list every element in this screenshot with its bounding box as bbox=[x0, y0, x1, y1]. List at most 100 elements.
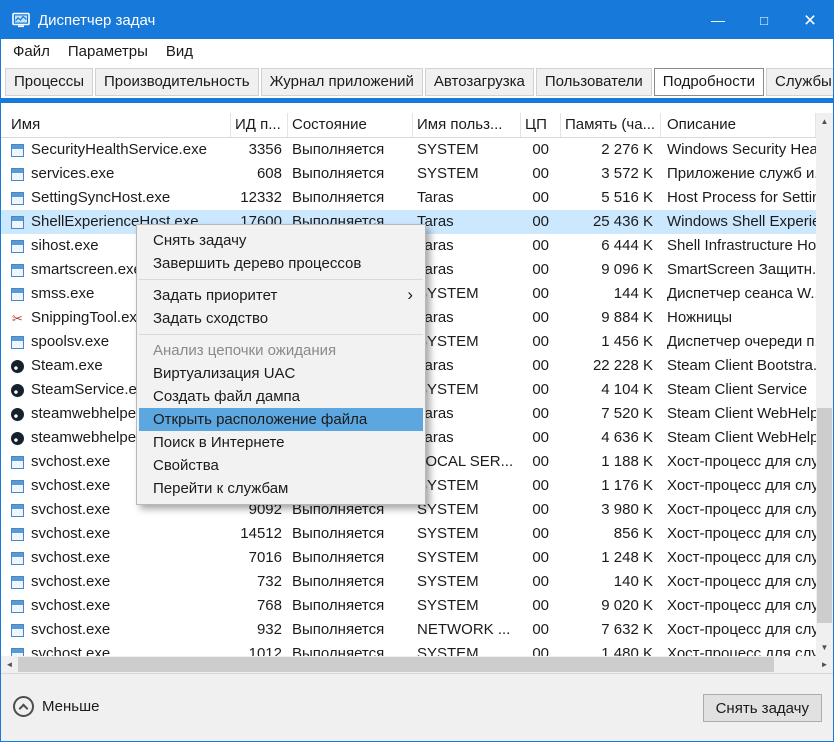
cell-status: Выполняется bbox=[292, 141, 385, 158]
menu-item-search-online[interactable]: Поиск в Интернете bbox=[139, 431, 423, 454]
table-row[interactable]: SettingSyncHost.exe 12332 Выполняется Taras… bbox=[1, 186, 816, 210]
close-button[interactable]: × bbox=[787, 1, 833, 39]
cell-description: Хост-процесс для слу... bbox=[667, 453, 816, 470]
cell-user: Taras bbox=[417, 429, 454, 446]
scroll-left-icon[interactable]: ◄ bbox=[1, 656, 18, 673]
cell-user: SYSTEM bbox=[417, 645, 479, 656]
menu-item-end-task[interactable]: Снять задачу bbox=[139, 229, 423, 252]
column-header-description[interactable]: Описание bbox=[661, 113, 816, 137]
tab-details[interactable]: Подробности bbox=[653, 67, 764, 96]
cell-name: SecurityHealthService.exe bbox=[1, 138, 231, 162]
vertical-scroll-thumb[interactable] bbox=[817, 408, 832, 623]
cell-user: Taras bbox=[417, 357, 454, 374]
process-name: SecurityHealthService.exe bbox=[31, 141, 207, 158]
menubar-item-file[interactable]: Файл bbox=[4, 39, 59, 65]
cell-description: Хост-процесс для слу... bbox=[667, 597, 816, 614]
cell-cpu: 00 bbox=[532, 525, 549, 542]
menu-item-open-file-location[interactable]: Открыть расположение файла bbox=[139, 408, 423, 431]
window-icon bbox=[11, 263, 24, 277]
window-icon bbox=[11, 551, 24, 565]
menu-separator bbox=[139, 334, 423, 335]
table-row[interactable]: svchost.exe 7016 Выполняется SYSTEM 00 1 248 … bbox=[1, 546, 816, 570]
menu-item-uac-virtualization[interactable]: Виртуализация UAC bbox=[139, 362, 423, 385]
cell-memory: 7 632 K bbox=[601, 621, 653, 638]
menu-bar: Файл Параметры Вид bbox=[1, 39, 833, 65]
table-row[interactable]: services.exe 608 Выполняется SYSTEM 00 3 572 … bbox=[1, 162, 816, 186]
column-header-user[interactable]: Имя польз... bbox=[413, 113, 521, 137]
menu-item-end-process-tree[interactable]: Завершить дерево процессов bbox=[139, 252, 423, 275]
process-name: svchost.exe bbox=[31, 645, 111, 656]
column-header-cpu[interactable]: ЦП bbox=[521, 113, 561, 137]
menu-item-go-to-services[interactable]: Перейти к службам bbox=[139, 477, 423, 500]
tab-services[interactable]: Службы bbox=[765, 67, 833, 96]
cell-memory: 9 884 K bbox=[601, 309, 653, 326]
vertical-scrollbar[interactable]: ▲ ▼ bbox=[816, 113, 833, 656]
menu-item-set-affinity[interactable]: Задать сходство bbox=[139, 307, 423, 330]
steam-icon bbox=[11, 431, 24, 445]
menu-item-properties[interactable]: Свойства bbox=[139, 454, 423, 477]
fewer-details-button[interactable]: Меньше bbox=[13, 696, 99, 717]
steam-icon bbox=[11, 383, 24, 397]
column-header-pid[interactable]: ИД п... bbox=[231, 113, 288, 137]
table-row[interactable]: svchost.exe 932 Выполняется NETWORK ... 00 7 … bbox=[1, 618, 816, 642]
table-row[interactable]: SecurityHealthService.exe 3356 Выполняется… bbox=[1, 138, 816, 162]
horizontal-scrollbar[interactable]: ◄ ► bbox=[1, 656, 833, 673]
cell-description: Shell Infrastructure Ho... bbox=[667, 237, 816, 254]
menu-item-create-dump-file[interactable]: Создать файл дампа bbox=[139, 385, 423, 408]
cell-name: svchost.exe bbox=[1, 594, 231, 618]
tab-processes[interactable]: Процессы bbox=[5, 67, 94, 96]
cell-description: SmartScreen Защитн... bbox=[667, 261, 816, 278]
cell-memory: 3 980 K bbox=[601, 501, 653, 518]
cell-description: Windows Security Hea... bbox=[667, 141, 816, 158]
cell-description: Приложение служб и... bbox=[667, 165, 816, 182]
window-icon bbox=[11, 503, 24, 517]
horizontal-scroll-thumb[interactable] bbox=[18, 657, 774, 672]
table-row[interactable]: svchost.exe 1012 Выполняется SYSTEM 00 1 480 … bbox=[1, 642, 816, 656]
menubar-item-view[interactable]: Вид bbox=[157, 39, 202, 65]
window-icon bbox=[11, 143, 24, 157]
process-name: svchost.exe bbox=[31, 501, 111, 518]
tab-performance[interactable]: Производительность bbox=[95, 67, 259, 96]
cell-pid: 3356 bbox=[248, 141, 282, 158]
cell-status: Выполняется bbox=[292, 189, 385, 206]
end-task-button[interactable]: Снять задачу bbox=[702, 694, 822, 722]
window-icon bbox=[11, 215, 24, 229]
cell-description: Диспетчер сеанса W... bbox=[667, 285, 816, 302]
window-icon bbox=[11, 647, 24, 656]
window-icon bbox=[11, 167, 24, 181]
scroll-right-icon[interactable]: ► bbox=[816, 656, 833, 673]
cell-user: SYSTEM bbox=[417, 333, 479, 350]
cell-name: services.exe bbox=[1, 162, 231, 186]
process-name: svchost.exe bbox=[31, 549, 111, 566]
column-header-name[interactable]: Имя bbox=[1, 113, 231, 137]
process-name: svchost.exe bbox=[31, 453, 111, 470]
scissors-icon: ✂ bbox=[12, 310, 23, 326]
steam-icon bbox=[11, 407, 24, 421]
table-row[interactable]: svchost.exe 14512 Выполняется SYSTEM 00 856 K… bbox=[1, 522, 816, 546]
column-header-status[interactable]: Состояние bbox=[288, 113, 413, 137]
minimize-button[interactable]: — bbox=[695, 1, 741, 39]
table-row[interactable]: svchost.exe 732 Выполняется SYSTEM 00 140 K Хо… bbox=[1, 570, 816, 594]
close-icon: × bbox=[803, 8, 817, 32]
tab-users[interactable]: Пользователи bbox=[535, 67, 652, 96]
menu-item-set-priority[interactable]: Задать приоритет › bbox=[139, 284, 423, 307]
cell-description: Steam Client Service bbox=[667, 381, 808, 398]
cell-description: Ножницы bbox=[667, 309, 733, 326]
cell-name: SettingSyncHost.exe bbox=[1, 186, 231, 210]
tab-startup[interactable]: Автозагрузка bbox=[424, 67, 534, 96]
tab-bar: Процессы Производительность Журнал приложе… bbox=[1, 65, 833, 98]
maximize-button[interactable]: □ bbox=[741, 1, 787, 39]
column-header-memory[interactable]: Память (ча... bbox=[561, 113, 661, 137]
scroll-up-icon[interactable]: ▲ bbox=[816, 113, 833, 130]
tab-app-history[interactable]: Журнал приложений bbox=[260, 67, 423, 96]
cell-description: Steam Client WebHelp... bbox=[667, 429, 816, 446]
cell-cpu: 00 bbox=[532, 189, 549, 206]
cell-status: Выполняется bbox=[292, 549, 385, 566]
title-bar[interactable]: Диспетчер задач — □ × bbox=[1, 1, 833, 39]
table-row[interactable]: svchost.exe 768 Выполняется SYSTEM 00 9 020 K… bbox=[1, 594, 816, 618]
scroll-down-icon[interactable]: ▼ bbox=[816, 639, 833, 656]
menubar-item-options[interactable]: Параметры bbox=[59, 39, 157, 65]
window-icon bbox=[11, 527, 24, 541]
cell-user: SYSTEM bbox=[417, 165, 479, 182]
cell-user: SYSTEM bbox=[417, 477, 479, 494]
